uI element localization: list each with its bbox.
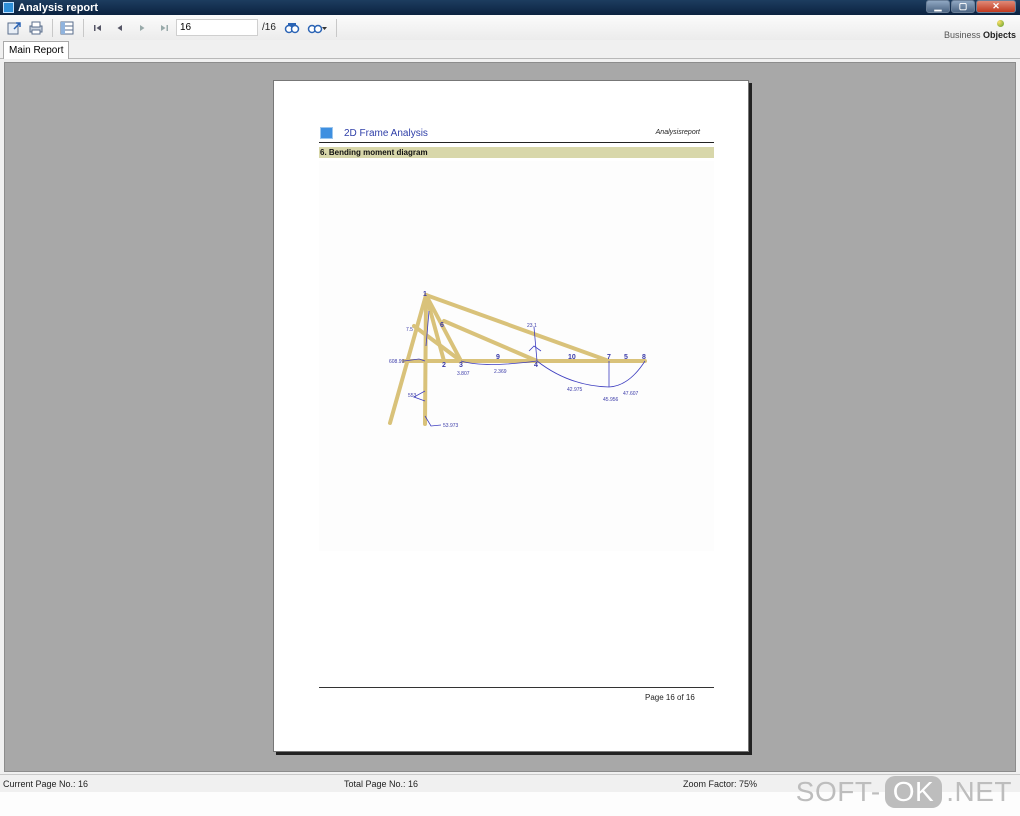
bending-moment-diagram: 1 2 3 4 5 6 7 8 9 10 608.99 553 53.973 3…: [388, 291, 647, 429]
total-pages-status: Total Page No.: 16: [344, 779, 419, 789]
moment-value-label: 2.369: [494, 369, 507, 375]
brand-word-1: Business: [943, 30, 981, 40]
node-label: 8: [642, 354, 646, 361]
total-pages-label: /16: [262, 22, 276, 33]
node-label: 1: [423, 291, 427, 298]
node-label: 6: [440, 322, 444, 329]
watermark-mid: OK: [884, 776, 943, 808]
moment-value-label: 47.607: [623, 391, 639, 397]
report-header: 2D Frame Analysis Analysisreport: [319, 125, 714, 143]
business-objects-logo: Business Objects: [944, 18, 1016, 40]
moment-value-label: 3.807: [457, 371, 470, 377]
group-tree-icon[interactable]: [57, 18, 77, 38]
toolbar-separator: [335, 18, 337, 37]
toolbar: /16 Business Objects: [0, 15, 1020, 40]
window-controls: ▁ ▢ ✕: [926, 0, 1016, 13]
zoom-status: Zoom Factor: 75%: [683, 779, 758, 789]
moment-value-label: 53.973: [443, 423, 459, 429]
node-label: 5: [624, 354, 628, 361]
moment-line: [533, 326, 538, 362]
section-title: 6. Bending moment diagram: [319, 147, 714, 158]
node-label: 10: [568, 354, 576, 361]
print-icon[interactable]: [26, 18, 46, 38]
tab-bar: Main Report: [0, 40, 1020, 59]
report-viewer[interactable]: 2D Frame Analysis Analysisreport 6. Bend…: [4, 62, 1016, 772]
logo-mark-icon: [997, 20, 1004, 27]
page-number-input[interactable]: [176, 19, 258, 36]
app-icon: [3, 2, 14, 13]
next-page-icon[interactable]: [132, 18, 152, 38]
title-bar: Analysis report ▁ ▢ ✕: [0, 0, 1020, 15]
node-label: 2: [442, 362, 446, 369]
brand-word-2: Objects: [982, 30, 1016, 40]
watermark-left: SOFT-: [795, 776, 881, 807]
maximize-button[interactable]: ▢: [951, 0, 975, 13]
moment-value-label: 7.5: [406, 327, 413, 333]
report-subtitle: Analysisreport: [655, 129, 700, 136]
footer-rule: [319, 687, 714, 688]
frame-analysis-logo-icon: [320, 127, 333, 139]
node-label: 4: [534, 362, 538, 369]
watermark-right: .NET: [946, 776, 1012, 807]
moment-value-label: 553: [408, 393, 417, 399]
moment-curve: [536, 360, 646, 388]
moment-value-label: 42.975: [567, 387, 583, 393]
prev-page-icon[interactable]: [110, 18, 130, 38]
zoom-icon[interactable]: [304, 18, 330, 38]
page-count: Page 16 of 16: [645, 693, 695, 702]
minimize-button[interactable]: ▁: [926, 0, 950, 13]
watermark: SOFT- OK .NET: [796, 772, 1012, 812]
diagram-area: 1 2 3 4 5 6 7 8 9 10 608.99 553 53.973 3…: [319, 161, 714, 551]
report-title: 2D Frame Analysis: [344, 128, 428, 139]
toolbar-separator: [83, 18, 84, 37]
moment-value-label: 23.1: [527, 323, 537, 329]
close-button[interactable]: ✕: [976, 0, 1016, 13]
node-label: 7: [607, 354, 611, 361]
toolbar-separator: [52, 18, 53, 37]
moment-value-label: 45.956: [603, 397, 619, 403]
export-icon[interactable]: [4, 18, 24, 38]
node-label: 9: [496, 354, 500, 361]
search-icon[interactable]: [282, 18, 302, 38]
moment-value-label: 608.99: [389, 359, 405, 365]
last-page-icon[interactable]: [154, 18, 174, 38]
node-label: 3: [459, 362, 463, 369]
moment-curve: [528, 345, 542, 352]
window-title: Analysis report: [18, 1, 99, 14]
moment-curve: [424, 415, 442, 427]
first-page-icon[interactable]: [88, 18, 108, 38]
current-page-status: Current Page No.: 16: [3, 779, 89, 789]
tab-main-report[interactable]: Main Report: [3, 41, 70, 59]
report-page: 2D Frame Analysis Analysisreport 6. Bend…: [273, 80, 749, 752]
